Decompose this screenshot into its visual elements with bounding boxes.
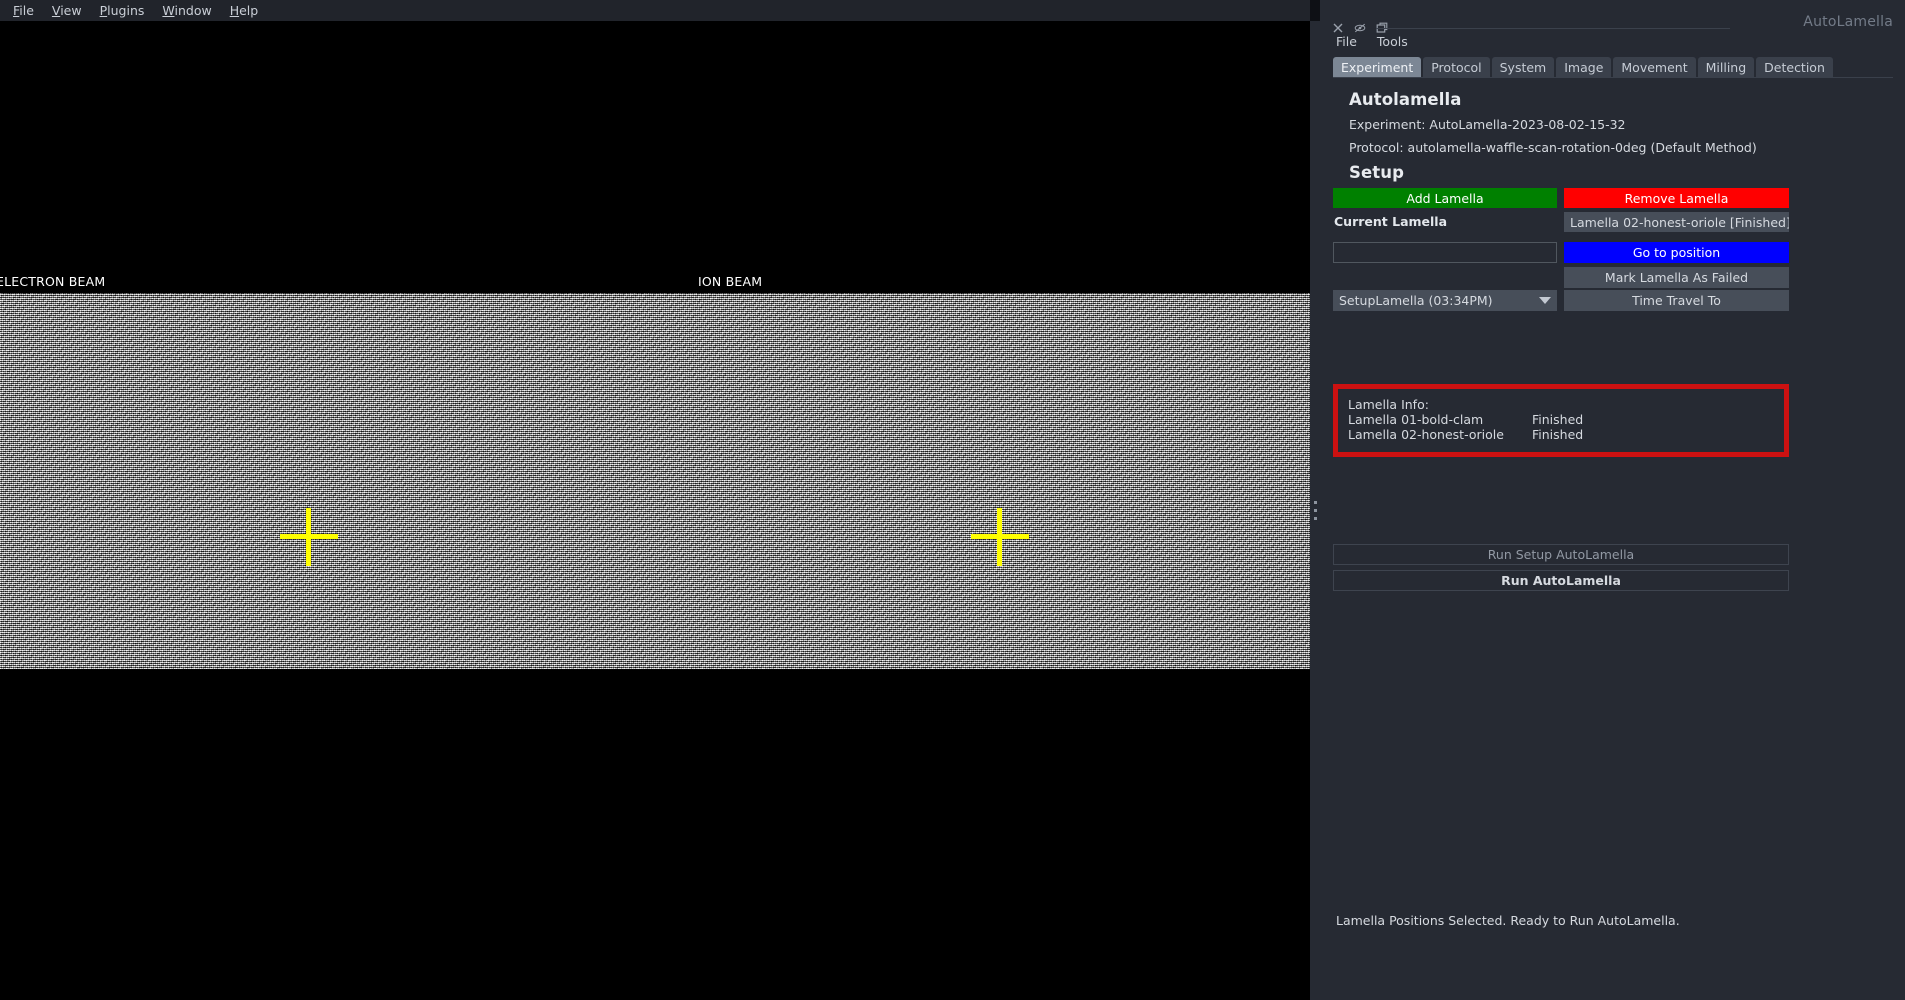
electron-beam-label: ELECTRON BEAM <box>0 274 106 289</box>
image-canvas[interactable]: ELECTRON BEAM ION BEAM <box>0 21 1310 1000</box>
status-bar: Lamella Positions Selected. Ready to Run… <box>1336 913 1680 928</box>
tab-movement[interactable]: Movement <box>1613 57 1696 79</box>
menu-window[interactable]: Window <box>153 1 220 20</box>
lamella-info-box: Lamella Info: Lamella 01-bold-clam Finis… <box>1333 384 1789 457</box>
tab-bar: Experiment Protocol System Image Movemen… <box>1333 57 1833 79</box>
page-title: Autolamella <box>1349 90 1462 109</box>
viewer-menubar: File View Plugins Window Help <box>0 0 1310 21</box>
dock-menubar: File Tools <box>1326 32 1418 51</box>
run-autolamella-button[interactable]: Run AutoLamella <box>1333 570 1789 591</box>
protocol-name-line: Protocol: autolamella-waffle-scan-rotati… <box>1349 140 1757 155</box>
crosshair-vertical <box>997 508 1002 566</box>
menu-plugins[interactable]: Plugins <box>91 1 154 20</box>
tab-image[interactable]: Image <box>1556 57 1612 79</box>
menu-file[interactable]: File <box>4 1 43 20</box>
crosshair-marker-electron[interactable] <box>280 508 338 566</box>
lamella-name-input[interactable] <box>1333 242 1557 263</box>
crosshair-marker-ion[interactable] <box>971 508 1029 566</box>
add-lamella-button[interactable]: Add Lamella <box>1333 188 1557 208</box>
dock-title-label: AutoLamella <box>1803 14 1893 30</box>
table-row: Lamella 01-bold-clam Finished <box>1348 412 1774 427</box>
stage-history-value: SetupLamella (03:34PM) <box>1339 293 1493 308</box>
panel-splitter-handle[interactable] <box>1310 21 1320 1000</box>
tab-system[interactable]: System <box>1491 57 1555 79</box>
go-to-position-button[interactable]: Go to position <box>1564 242 1789 263</box>
lamella-name: Lamella 02-honest-oriole <box>1348 427 1504 442</box>
menu-help[interactable]: Help <box>221 1 268 20</box>
time-travel-to-button[interactable]: Time Travel To <box>1564 290 1789 311</box>
tab-experiment[interactable]: Experiment <box>1333 57 1422 79</box>
table-row: Lamella 02-honest-oriole Finished <box>1348 427 1774 442</box>
current-lamella-label: Current Lamella <box>1334 214 1448 229</box>
experiment-panel: Autolamella Experiment: AutoLamella-2023… <box>1333 78 1893 835</box>
chevron-down-icon <box>1539 297 1551 304</box>
napari-viewer: File View Plugins Window Help ELECTRON B… <box>0 0 1310 1000</box>
stage-history-select[interactable]: SetupLamella (03:34PM) <box>1333 290 1557 311</box>
status-badge: Finished <box>1532 412 1584 427</box>
experiment-name-line: Experiment: AutoLamella-2023-08-02-15-32 <box>1349 117 1626 132</box>
lamella-name: Lamella 01-bold-clam <box>1348 412 1484 427</box>
tab-detection[interactable]: Detection <box>1756 57 1833 79</box>
run-setup-autolamella-button[interactable]: Run Setup AutoLamella <box>1333 544 1789 565</box>
tab-milling[interactable]: Milling <box>1697 57 1755 79</box>
current-lamella-select[interactable]: Lamella 02-honest-oriole [Finished] <box>1564 212 1789 232</box>
dock-title-rule <box>1376 28 1730 29</box>
status-badge: Finished <box>1532 427 1584 442</box>
mark-lamella-failed-button[interactable]: Mark Lamella As Failed <box>1564 267 1789 288</box>
dock-menu-tools[interactable]: Tools <box>1367 32 1418 51</box>
ion-beam-label: ION BEAM <box>698 274 763 289</box>
autolamella-dock-panel: AutoLamella File Tools Experiment Protoc… <box>1320 0 1905 1000</box>
dock-menu-file[interactable]: File <box>1326 32 1367 51</box>
setup-section-title: Setup <box>1349 163 1405 182</box>
crosshair-vertical <box>306 508 311 566</box>
current-lamella-value: Lamella 02-honest-oriole [Finished] <box>1570 214 1789 230</box>
menu-view[interactable]: View <box>43 1 91 20</box>
lamella-info-title: Lamella Info: <box>1348 397 1429 412</box>
application-window: File View Plugins Window Help ELECTRON B… <box>0 0 1905 1000</box>
remove-lamella-button[interactable]: Remove Lamella <box>1564 188 1789 208</box>
tab-protocol[interactable]: Protocol <box>1423 57 1490 79</box>
splitter-grip-icon <box>1313 501 1317 520</box>
lamella-info-title-row: Lamella Info: <box>1348 397 1774 412</box>
